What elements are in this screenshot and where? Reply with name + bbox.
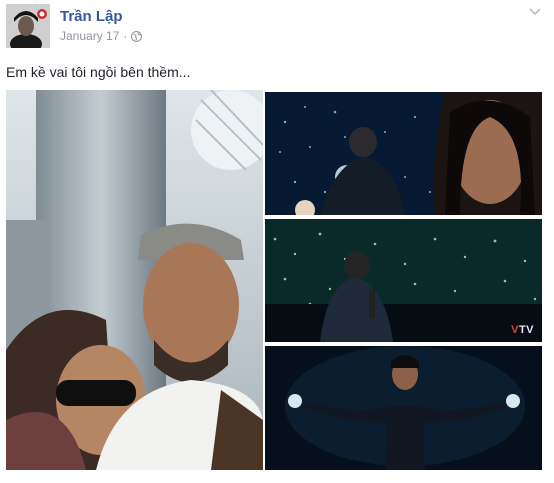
facebook-post: Trần Lập January 17 · Em kề vai tôi ngồi… [0, 0, 554, 483]
author-name-link[interactable]: Trần Lập [60, 8, 123, 25]
avatar[interactable] [6, 4, 50, 48]
post-meta: January 17 · [60, 29, 143, 43]
photo-concert-crowd[interactable]: VTV [265, 219, 542, 342]
chevron-down-icon[interactable] [528, 4, 542, 16]
meta-separator: · [123, 29, 128, 43]
globe-icon[interactable] [131, 30, 143, 42]
post-caption: Em kề vai tôi ngồi bên thềm... [6, 64, 191, 80]
post-date[interactable]: January 17 [60, 29, 119, 43]
photo-selfie[interactable] [6, 90, 263, 470]
photo-concert-closeup[interactable] [265, 92, 542, 215]
photo-grid: VTV [6, 90, 542, 470]
photo-singer-arms[interactable] [265, 346, 542, 470]
vtv-watermark: VTV [511, 324, 534, 336]
